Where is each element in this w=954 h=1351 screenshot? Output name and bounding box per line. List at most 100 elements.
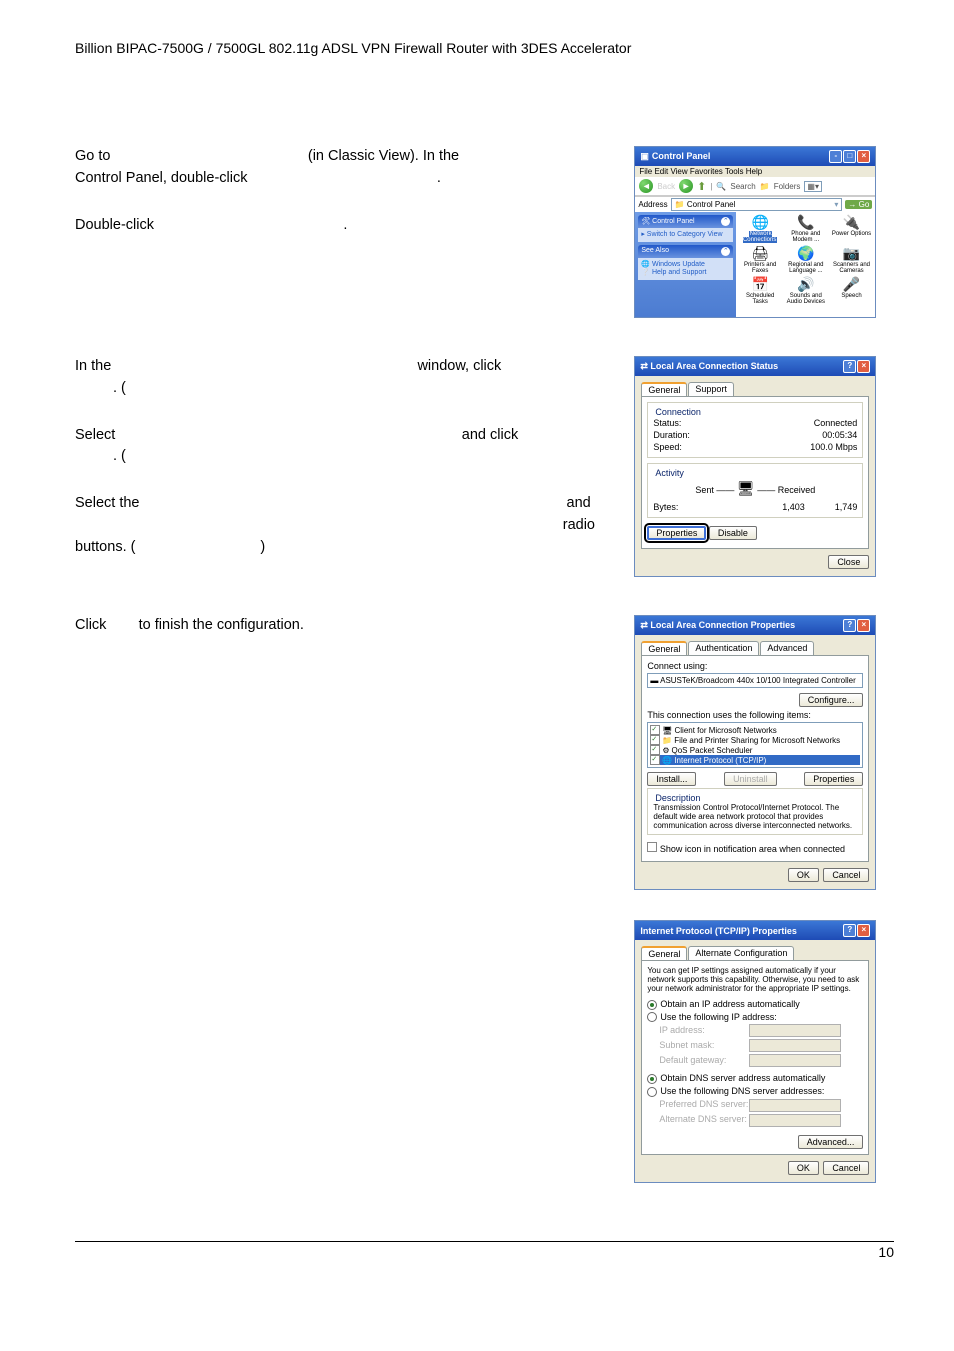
folders-icon[interactable]: 📁 [760, 182, 770, 191]
install-button[interactable]: Install... [647, 772, 696, 786]
status-icon: ⇄ [640, 620, 648, 630]
collapse-icon[interactable]: ⌃ [721, 217, 730, 226]
list-item[interactable]: ⚙ QoS Packet Scheduler [650, 745, 860, 755]
tab-general[interactable]: General [641, 382, 687, 396]
activity-legend: Activity [653, 468, 686, 478]
protocol-icon: 🌐 [662, 756, 672, 765]
wu-link[interactable]: 🌐 Windows Update [641, 260, 730, 268]
txt: Go to [75, 148, 110, 164]
items-list[interactable]: 🖥 Client for Microsoft Networks 📁 File a… [647, 722, 863, 768]
txt: Control Panel, double-click [75, 170, 247, 186]
tab-support[interactable]: Support [688, 382, 734, 396]
window-buttons[interactable]: ?× [842, 924, 870, 937]
configure-button[interactable]: Configure... [799, 693, 864, 707]
titlebar[interactable]: ▣Control Panel -□× [635, 147, 875, 166]
list-item[interactable]: 📁 File and Printer Sharing for Microsoft… [650, 735, 860, 745]
back-icon[interactable]: ◄ [639, 179, 653, 193]
window-buttons[interactable]: ?× [842, 619, 870, 632]
checkbox-icon[interactable] [650, 725, 660, 735]
addr-label: Address [638, 200, 667, 209]
obtain-ip-radio[interactable] [647, 1000, 657, 1010]
ok-button[interactable]: OK [788, 868, 819, 882]
status-icon: ⇄ [640, 361, 648, 371]
txt: radio [75, 515, 595, 537]
help-link[interactable]: ❔ Help and Support [641, 268, 730, 276]
forward-icon[interactable]: ► [679, 179, 693, 193]
ok-button[interactable]: OK [788, 1161, 819, 1175]
checkbox-icon[interactable] [650, 745, 660, 755]
printers-icon[interactable]: 🖨Printers and Faxes [738, 245, 782, 274]
regional-icon[interactable]: 🌍Regional and Language ... [784, 245, 828, 274]
scanners-icon[interactable]: 📷Scanners and Cameras [830, 245, 874, 274]
show-icon-label: Show icon in notification area when conn… [660, 844, 845, 854]
go-button[interactable]: → Go [845, 200, 872, 209]
advanced-button[interactable]: Advanced... [798, 1135, 864, 1149]
phone-modem-icon[interactable]: 📞Phone and Modem ... [784, 214, 828, 243]
close-button[interactable]: Close [828, 555, 869, 569]
close-icon[interactable]: × [857, 360, 870, 373]
close-icon[interactable]: × [857, 150, 870, 163]
help-icon[interactable]: ? [843, 619, 856, 632]
window-title: ▣Control Panel [640, 151, 710, 162]
uses-label: This connection uses the following items… [647, 710, 863, 720]
speech-icon[interactable]: 🎤Speech [830, 276, 874, 305]
txt: . ( [75, 448, 126, 464]
help-icon[interactable]: ? [843, 360, 856, 373]
help-icon[interactable]: ? [843, 924, 856, 937]
tab-general[interactable]: General [641, 946, 687, 960]
up-icon[interactable]: ⬆ [697, 180, 706, 193]
folders-label: Folders [774, 182, 801, 191]
txt: . [343, 217, 347, 233]
step4-text: Select and click . ( [75, 425, 624, 469]
menu-bar[interactable]: File Edit View Favorites Tools Help [635, 166, 875, 177]
description-legend: Description [653, 793, 702, 803]
cancel-button[interactable]: Cancel [823, 868, 869, 882]
maximize-icon[interactable]: □ [843, 150, 856, 163]
use-dns-radio[interactable] [647, 1087, 657, 1097]
duration-label: Duration: [653, 430, 690, 440]
search-icon[interactable]: 🔍 [716, 182, 726, 191]
close-icon[interactable]: × [857, 619, 870, 632]
window-buttons[interactable]: -□× [828, 150, 870, 163]
connection-legend: Connection [653, 407, 703, 417]
folder-icon: 📁 [675, 200, 685, 209]
use-ip-radio[interactable] [647, 1012, 657, 1022]
obtain-dns-label: Obtain DNS server address automatically [660, 1073, 825, 1083]
minimize-icon[interactable]: - [829, 150, 842, 163]
titlebar[interactable]: Internet Protocol (TCP/IP) Properties ?× [635, 921, 875, 940]
power-options-icon[interactable]: 🔌Power Options [830, 214, 874, 243]
sounds-icon[interactable]: 🔊Sounds and Audio Devices [784, 276, 828, 305]
scheduled-icon[interactable]: 📅Scheduled Tasks [738, 276, 782, 305]
tab-general[interactable]: General [641, 641, 687, 655]
network-connections-icon[interactable]: 🌐Network Connections [738, 214, 782, 243]
checkbox-icon[interactable] [650, 735, 660, 745]
obtain-dns-radio[interactable] [647, 1074, 657, 1084]
cancel-button[interactable]: Cancel [823, 1161, 869, 1175]
tab-advanced[interactable]: Advanced [760, 641, 814, 655]
checkbox-icon[interactable] [650, 755, 660, 765]
titlebar[interactable]: ⇄ Local Area Connection Properties ?× [635, 616, 875, 635]
views-icon[interactable]: ▦▾ [804, 181, 822, 192]
sent-label: Sent [695, 485, 714, 495]
toolbar[interactable]: ◄ Back ► ⬆ | 🔍Search 📁Folders ▦▾ [635, 177, 875, 196]
properties-button[interactable]: Properties [647, 526, 706, 540]
list-item[interactable]: 🖥 Client for Microsoft Networks [650, 725, 860, 735]
list-item-tcpip[interactable]: 🌐 Internet Protocol (TCP/IP) [650, 755, 860, 765]
titlebar[interactable]: ⇄ Local Area Connection Status ?× [635, 357, 875, 376]
txt: buttons. ( [75, 539, 135, 555]
close-icon[interactable]: × [857, 924, 870, 937]
collapse-icon[interactable]: ⌃ [721, 247, 730, 256]
txt: . [437, 170, 441, 186]
window-buttons[interactable]: ?× [842, 360, 870, 373]
tab-auth[interactable]: Authentication [688, 641, 759, 655]
show-icon-checkbox[interactable] [647, 842, 657, 852]
disable-button[interactable]: Disable [709, 526, 757, 540]
tab-alternate[interactable]: Alternate Configuration [688, 946, 794, 960]
address-field[interactable]: 📁 Control Panel ▾ [671, 198, 843, 211]
switch-link[interactable]: ▸ Switch to Category View [641, 231, 722, 238]
computers-icon: 🖥 [737, 480, 755, 496]
txt: Click [75, 617, 106, 633]
side-seealso-title: See Also⌃ [638, 245, 733, 258]
txt: (in Classic View). In the [308, 148, 459, 164]
properties-button[interactable]: Properties [804, 772, 863, 786]
